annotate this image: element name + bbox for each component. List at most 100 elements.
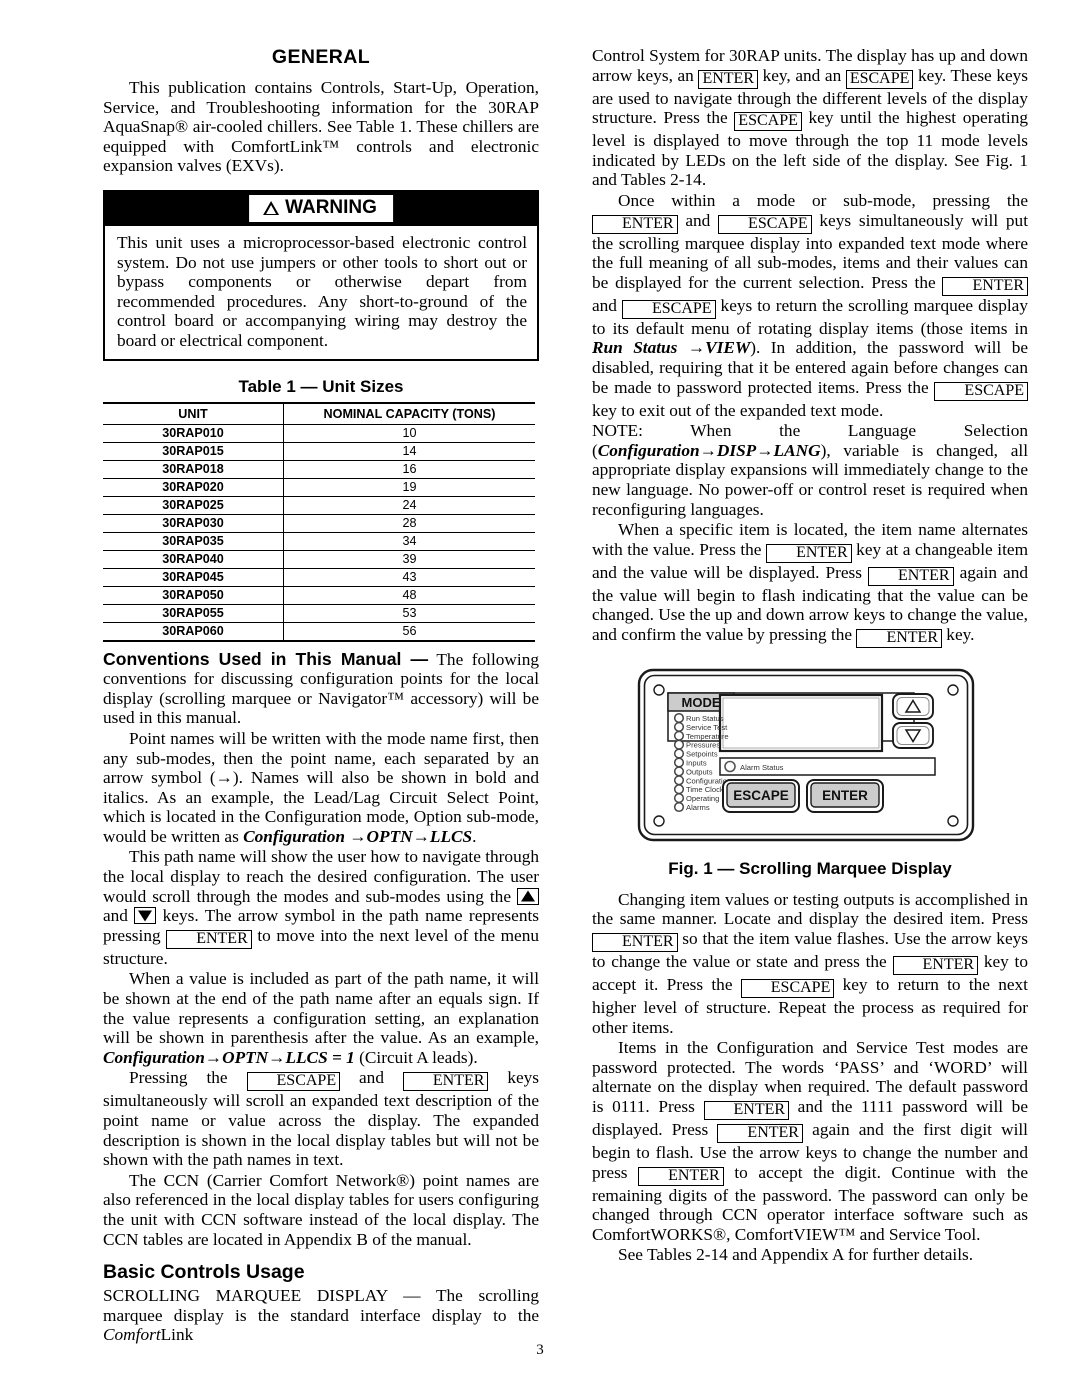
expanded-mode-paragraph: Once within a mode or sub-mode, pressing… [592,190,1028,420]
figure-1: MODE Run Status Service Test Temperature Pr… [592,666,1028,851]
enter-key-label: ENTER [856,628,942,648]
cell-capacity: 14 [283,442,535,461]
warning-triangle-icon [263,200,280,215]
figure-caption: Fig. 1 — Scrolling Marquee Display [668,858,952,878]
table-row: 30RAP018 16 [103,460,535,479]
escape-button-label: ESCAPE [733,788,789,803]
cell-unit: 30RAP025 [103,496,284,515]
cell-unit: 30RAP055 [103,604,284,623]
table-row: 30RAP030 28 [103,514,535,533]
warning-bar: WARNING [105,191,537,226]
enter-key-label: ENTER [717,1124,803,1144]
left-column: GENERAL This publication contains Contro… [103,46,539,1346]
control-system-paragraph: Control System for 30RAP units. The disp… [592,46,1028,190]
cell-unit: 30RAP018 [103,460,284,479]
enter-button-label: ENTER [822,788,868,803]
cell-capacity: 28 [283,514,535,533]
mode-item-label: Pressures [686,741,720,750]
cell-unit: 30RAP035 [103,532,284,551]
item-value-paragraph: When a specific item is located, the ite… [592,520,1029,648]
escape-key-label: ESCAPE [621,299,716,319]
enter-key-label: ENTER [592,214,678,234]
cell-unit: 30RAP040 [103,550,284,569]
path-name-with-value: Configuration→OPTN→LLCS = 1 [103,1047,355,1067]
basic-controls-heading: Basic Controls Usage [103,1261,305,1284]
path-name: Run Status →VIEW [592,338,751,358]
cell-capacity: 16 [283,460,535,479]
warning-label: WARNING [249,194,393,222]
warning-box: WARNING This unit uses a microprocessor-… [103,189,539,361]
cell-unit: 30RAP045 [103,568,284,587]
alarm-status-led-icon [724,760,736,773]
point-names-paragraph: Point names will be written with the mod… [103,728,539,846]
screw-icon [653,684,665,696]
document-page: GENERAL This publication contains Contro… [0,0,1080,1397]
cell-capacity: 43 [283,568,535,587]
mode-led-icon [673,739,685,750]
mode-led-icon [673,757,685,768]
mode-led-icon [673,784,685,795]
enter-key-label: ENTER [166,929,252,949]
table-row: 30RAP015 14 [103,442,535,461]
column-header-unit: UNIT [103,401,284,425]
warning-body: This unit uses a microprocessor-based el… [105,225,537,359]
unit-sizes-table: UNIT NOMINAL CAPACITY (TONS) 30RAP010 10 … [103,401,535,642]
escape-key-label: ESCAPE [718,214,812,234]
alarm-status-label: Alarm Status [740,763,784,772]
mode-item-label: Temperature [686,732,729,741]
screw-icon [653,815,665,827]
mode-led-icon [673,792,685,804]
value-path-paragraph: When a value is included as part of the … [103,969,539,1067]
page-number: 3 [536,1342,544,1358]
enter-key-label: ENTER [703,1101,790,1121]
enter-key-label: ENTER [942,276,1028,296]
path-name: Configuration →OPTN→LLCS [243,826,473,846]
warning-text: This unit uses a microprocessor-based el… [117,232,527,350]
table-row: 30RAP035 34 [103,532,535,551]
mode-item-label: Outputs [686,767,713,776]
table-row: 30RAP040 39 [103,550,535,569]
enter-key-label: ENTER [592,933,678,953]
see-tables-paragraph: See Tables 2-14 and Appendix A for furth… [618,1245,974,1265]
table-row: 30RAP010 10 [103,424,535,443]
scrolling-marquee-diagram: MODE Run StatusService TestTemperaturePr… [637,668,975,842]
cell-capacity: 48 [283,586,535,605]
table-header-row: UNIT NOMINAL CAPACITY (TONS) [103,401,535,425]
table-row: 30RAP025 24 [103,496,535,515]
page-title: GENERAL [271,46,371,68]
enter-key-label: ENTER [638,1166,724,1186]
cell-unit: 30RAP015 [103,442,284,461]
table-row: 30RAP020 19 [103,478,535,497]
changing-values-paragraph: Changing item values or testing outputs … [592,889,1029,1037]
expanded-text-paragraph: Pressing the ESCAPE and ENTER keys simul… [103,1068,540,1170]
mode-led-icon [673,712,685,723]
escape-key-label: ESCAPE [845,69,914,89]
language-note-paragraph: NOTE: When the Language Selection (Confi… [592,421,1028,519]
mode-led-icon [673,721,685,732]
right-column: Control System for 30RAP units. The disp… [592,46,1028,1266]
table-title: Table 1 — Unit Sizes [238,376,404,396]
cell-capacity: 10 [283,424,535,443]
table-row: 30RAP045 43 [103,568,535,587]
cell-capacity: 24 [283,496,535,515]
scrolling-marquee-paragraph: SCROLLING MARQUEE DISPLAY — The scrollin… [103,1286,539,1345]
enter-key-label: ENTER [402,1072,489,1092]
mode-item-label: Alarms [686,803,710,812]
enter-key-label: ENTER [766,543,852,563]
down-arrow-key-icon [134,907,157,925]
table-row: 30RAP060 56 [103,622,535,642]
escape-key-label: ESCAPE [740,979,835,999]
cell-unit: 30RAP050 [103,586,284,605]
escape-key-label: ESCAPE [934,381,1028,401]
mode-item-label: Run Status [686,714,724,723]
mode-led-icon [673,748,685,759]
cell-capacity: 56 [283,622,535,642]
table-row: 30RAP055 53 [103,604,535,623]
conventions-paragraph: Conventions Used in This Manual — The fo… [103,648,539,728]
table-row: 30RAP050 48 [103,586,535,605]
escape-key-label: ESCAPE [246,1072,341,1092]
conventions-runhead: Conventions Used in This Manual — [103,648,429,669]
enter-key-label: ENTER [698,69,758,89]
mode-item-label: Inputs [686,758,707,767]
path-name-part1: Configuration→ [597,440,717,460]
